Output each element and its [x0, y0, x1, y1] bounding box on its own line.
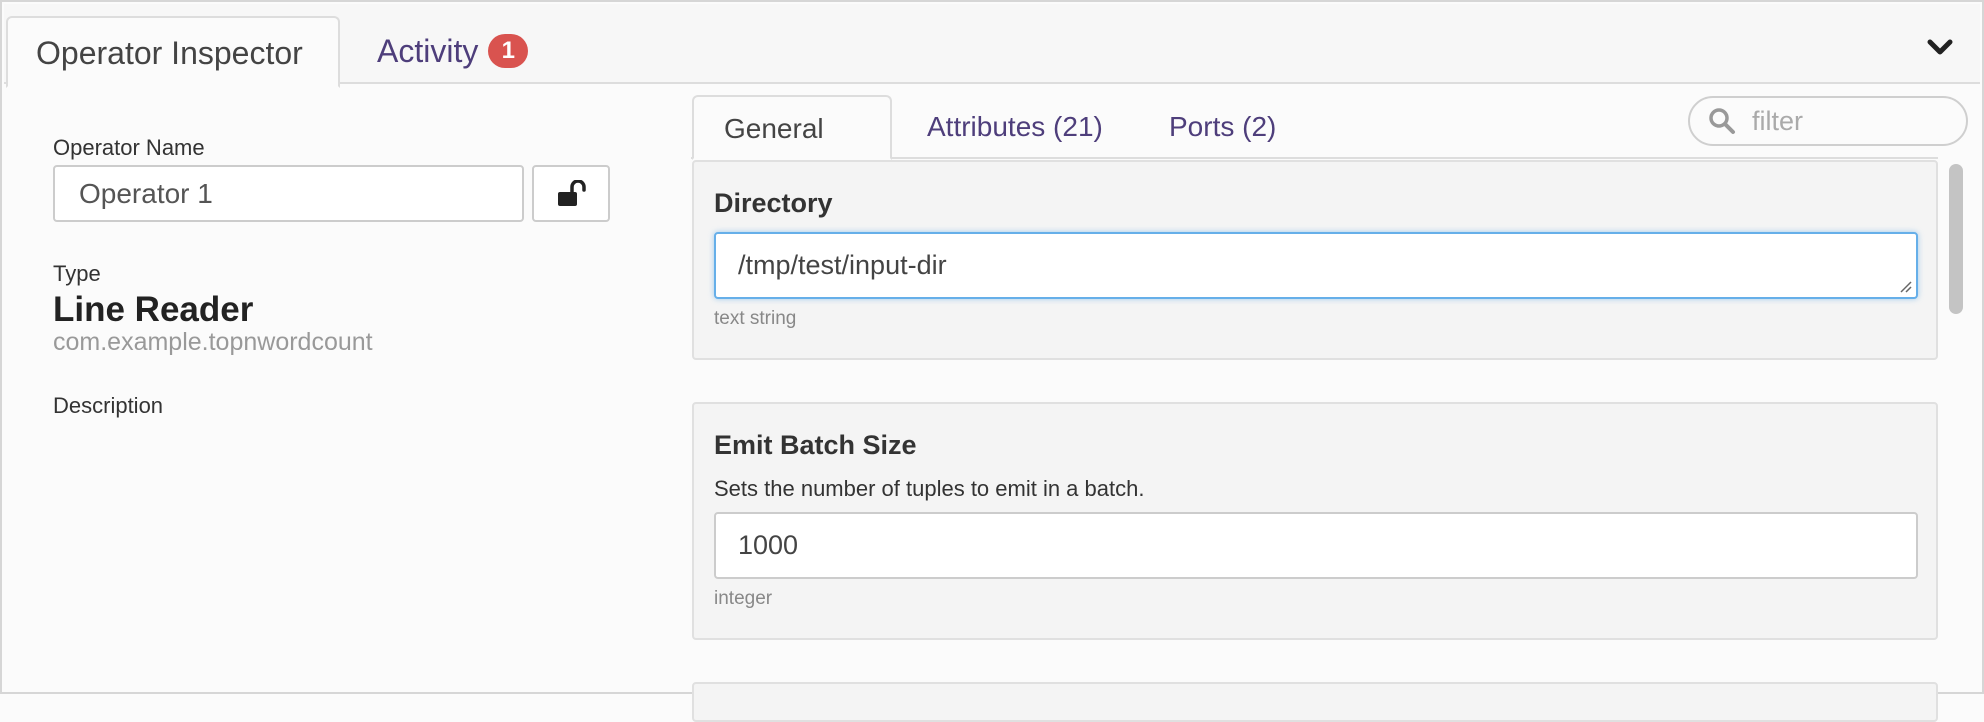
operator-inspector-panel: Operator Inspector Activity 1 Operator Na…: [0, 0, 1984, 722]
properties-scrollbar[interactable]: [1946, 162, 1966, 692]
filter-input[interactable]: [1750, 104, 1950, 138]
emit-batch-size-input[interactable]: 1000: [714, 512, 1918, 579]
directory-input[interactable]: /tmp/test/input-dir: [714, 232, 1918, 299]
description-label: Description: [53, 393, 164, 418]
chevron-down-icon: [1927, 39, 1953, 55]
scrollbar-thumb[interactable]: [1949, 164, 1963, 314]
tab-operator-inspector[interactable]: Operator Inspector: [6, 16, 340, 88]
property-type-hint: integer: [714, 588, 773, 609]
collapse-panel-button[interactable]: [1922, 30, 1958, 66]
property-title: Directory: [714, 188, 833, 218]
property-panel-directory: Directory /tmp/test/input-dir text strin…: [692, 160, 1938, 360]
operator-name-input[interactable]: Operator 1: [53, 165, 524, 222]
input-value: /tmp/test/input-dir: [738, 250, 947, 280]
property-description: Sets the number of tuples to emit in a b…: [714, 476, 1145, 501]
tab-ports[interactable]: Ports (2): [1139, 95, 1306, 159]
property-type-hint: text string: [714, 308, 797, 329]
tab-general[interactable]: General (8): [692, 95, 892, 208]
tab-attributes[interactable]: Attributes (21): [897, 95, 1133, 159]
tab-label: Activity: [377, 33, 479, 69]
search-icon: [1709, 108, 1735, 134]
activity-count-badge: 1: [488, 33, 529, 68]
top-tab-bar: Operator Inspector Activity 1: [4, 4, 1980, 88]
tab-label: Ports (2): [1169, 111, 1277, 142]
property-panel-next: [692, 682, 1938, 722]
tab-activity[interactable]: Activity 1: [349, 16, 556, 86]
lock-toggle-button[interactable]: [532, 165, 610, 222]
resize-grip-icon[interactable]: [1898, 279, 1912, 293]
operator-name-label: Operator Name: [53, 135, 205, 160]
property-panel-emit-batch-size: Emit Batch Size Sets the number of tuple…: [692, 402, 1938, 640]
tab-label: Attributes (21): [927, 111, 1103, 142]
unlock-icon: [558, 179, 586, 206]
operator-type-package: com.example.topnwordcount: [53, 328, 373, 356]
tab-label: Operator Inspector: [36, 35, 303, 71]
type-label: Type: [53, 261, 101, 286]
filter-search-box[interactable]: [1688, 96, 1968, 146]
operator-type-name: Line Reader: [53, 290, 254, 329]
property-title: Emit Batch Size: [714, 430, 917, 460]
